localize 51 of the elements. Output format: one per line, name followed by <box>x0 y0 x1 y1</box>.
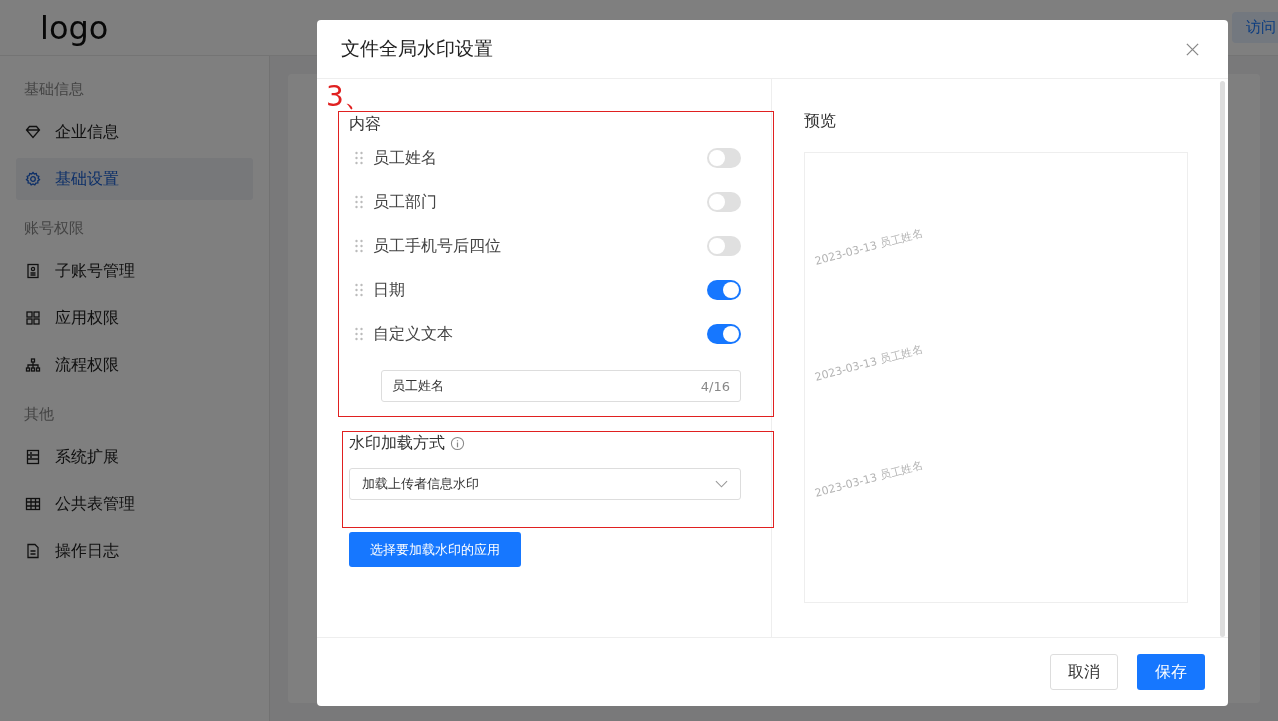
sidebar-item[interactable]: 流程权限 <box>16 344 253 386</box>
sidebar-item[interactable]: 系统扩展 <box>16 436 253 478</box>
annotation-number: 3、 <box>326 81 372 113</box>
sidebar-group-title: 其他 <box>23 404 55 425</box>
option-label: 员工部门 <box>373 191 438 213</box>
sidebar-group-title: 基础信息 <box>23 79 85 100</box>
org-icon <box>25 357 41 373</box>
sidebar-item[interactable]: 应用权限 <box>16 297 253 339</box>
dropdown-select[interactable]: 加载上传者信息水印 <box>349 468 741 500</box>
toggle-switch[interactable] <box>707 148 741 168</box>
select-apps-button[interactable]: 选择要加载水印的应用 <box>349 532 521 567</box>
diamond-icon <box>25 124 41 140</box>
section-title: 内容 <box>349 114 382 135</box>
sidebar-item[interactable]: 操作日志 <box>16 530 253 572</box>
sidebar-item[interactable]: 子账号管理 <box>16 250 253 292</box>
info-icon[interactable] <box>450 436 465 451</box>
drag-handle-icon[interactable] <box>355 283 363 297</box>
option-label: 日期 <box>373 279 406 301</box>
save-button[interactable]: 保存 <box>1137 654 1205 690</box>
text-input-field[interactable]: 员工姓名 4/16 <box>381 370 741 402</box>
drag-handle-icon[interactable] <box>355 239 363 253</box>
grid-icon <box>25 310 41 326</box>
chevron-down-icon <box>715 480 728 488</box>
dialog-title: 文件全局水印设置 <box>341 36 493 61</box>
option-label: 员工手机号后四位 <box>373 235 502 257</box>
section-title: 水印加载方式 <box>349 433 445 454</box>
drag-handle-icon[interactable] <box>355 327 363 341</box>
toggle-switch[interactable] <box>707 324 741 344</box>
option-label: 自定义文本 <box>373 323 454 345</box>
option-label: 员工姓名 <box>373 147 438 169</box>
preview-title: 预览 <box>804 111 837 132</box>
toggle-switch[interactable] <box>707 236 741 256</box>
cancel-button[interactable]: 取消 <box>1050 654 1118 690</box>
close-icon[interactable] <box>1185 41 1200 57</box>
sidebar-item[interactable]: 企业信息 <box>16 111 253 153</box>
logo: logo <box>40 8 109 47</box>
toggle-switch[interactable] <box>707 280 741 300</box>
sidebar-item[interactable]: 公共表管理 <box>16 483 253 525</box>
scrollbar[interactable] <box>1220 81 1225 637</box>
drag-handle-icon[interactable] <box>355 195 363 209</box>
gear-icon <box>25 171 41 187</box>
drag-handle-icon[interactable] <box>355 151 363 165</box>
character-count: 4/16 <box>700 378 730 394</box>
table-icon <box>25 496 41 512</box>
server-icon <box>25 449 41 465</box>
badge-icon <box>25 263 41 279</box>
file-icon <box>25 543 41 559</box>
toggle-switch[interactable] <box>707 192 741 212</box>
sidebar-group-title: 账号权限 <box>23 218 85 239</box>
visit-button[interactable]: 访问 <box>1232 12 1278 43</box>
sidebar-item[interactable]: 基础设置 <box>16 158 253 200</box>
